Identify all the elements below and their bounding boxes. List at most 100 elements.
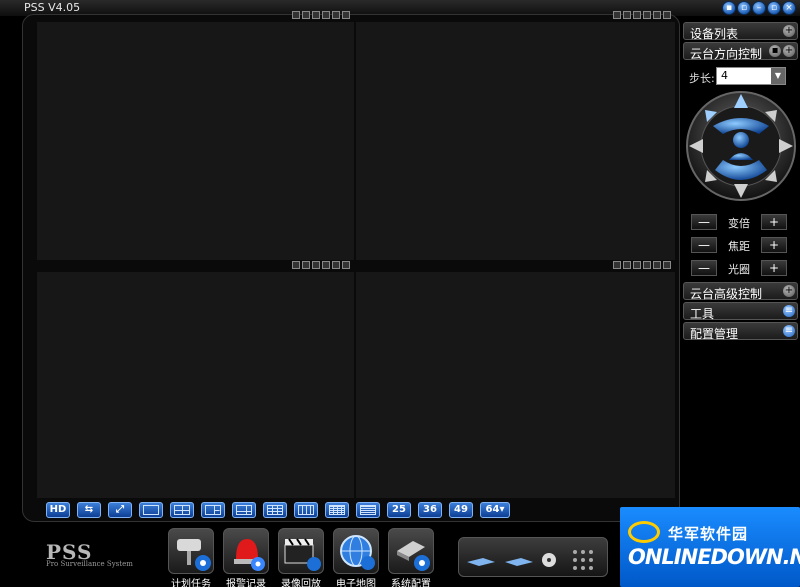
- layout-4-button[interactable]: [170, 502, 194, 518]
- iris-minus-button[interactable]: —: [691, 260, 717, 276]
- layout-8-button[interactable]: [232, 502, 256, 518]
- video-pane-1[interactable]: [37, 11, 354, 260]
- config-header[interactable]: 配置管理 ≡: [683, 322, 798, 341]
- globe-map-icon: [340, 535, 375, 570]
- layout-13-button[interactable]: [294, 502, 318, 518]
- page-icon[interactable]: ▫: [737, 1, 751, 15]
- window-controls: ▪ ▫ – ▫ ×: [722, 1, 796, 15]
- e-map-button[interactable]: [333, 528, 379, 574]
- layout-36-button[interactable]: 36: [418, 502, 442, 518]
- layout-25-button[interactable]: 25: [387, 502, 411, 518]
- focus-row: — 焦距 +: [691, 237, 787, 253]
- tools-header[interactable]: 工具 ≡: [683, 302, 798, 321]
- video-pane-2[interactable]: [356, 11, 675, 260]
- record-icon[interactable]: [292, 261, 300, 269]
- chevron-down-icon[interactable]: ▼: [771, 68, 785, 84]
- snapshot-icon[interactable]: [623, 11, 631, 19]
- zoom-row: — 变倍 +: [691, 214, 787, 230]
- audio-icon[interactable]: [332, 11, 340, 19]
- layout-4-icon: [174, 505, 190, 515]
- playback-tray: [458, 537, 608, 577]
- zoom-label: 变倍: [728, 217, 750, 230]
- layout-9-icon: [267, 505, 283, 515]
- layout-6-button[interactable]: [201, 502, 225, 518]
- playback-button[interactable]: [278, 528, 324, 574]
- audio-icon[interactable]: [653, 261, 661, 269]
- minimize-icon[interactable]: –: [752, 1, 766, 15]
- record-icon[interactable]: [613, 11, 621, 19]
- layout-1-button[interactable]: [139, 502, 163, 518]
- close-icon[interactable]: ×: [782, 1, 796, 15]
- focus-plus-button[interactable]: +: [761, 237, 787, 253]
- expand-icon[interactable]: +: [783, 285, 795, 297]
- alarm-record-button[interactable]: [223, 528, 269, 574]
- keypad-icon: [573, 550, 593, 570]
- pane-toolbar: [292, 11, 350, 19]
- sequence-button[interactable]: ⇆: [77, 502, 101, 518]
- ptz-advanced-header[interactable]: 云台高级控制 +: [683, 282, 798, 301]
- focus-minus-button[interactable]: —: [691, 237, 717, 253]
- audio-icon[interactable]: [332, 261, 340, 269]
- color-icon[interactable]: [312, 261, 320, 269]
- config-label: 配置管理: [690, 327, 739, 341]
- color-icon[interactable]: [312, 11, 320, 19]
- tools-label: 工具: [690, 307, 715, 321]
- clapperboard-icon: [284, 538, 321, 571]
- layout-64-button[interactable]: 64▾: [480, 502, 510, 518]
- close-pane-icon[interactable]: [342, 11, 350, 19]
- device-list-header[interactable]: 设备列表 +: [683, 22, 798, 41]
- color-icon[interactable]: [633, 261, 641, 269]
- layout-20-button[interactable]: [356, 502, 380, 518]
- snapshot-icon[interactable]: [623, 261, 631, 269]
- tools-icon[interactable]: ≡: [783, 305, 795, 317]
- zoom-icon[interactable]: [322, 11, 330, 19]
- audio-icon[interactable]: [653, 11, 661, 19]
- step-select[interactable]: 4 ▼: [716, 67, 786, 85]
- fullscreen-button[interactable]: ⤢: [108, 502, 132, 518]
- layout-13-icon: [298, 505, 314, 515]
- record-icon[interactable]: [613, 261, 621, 269]
- close-pane-icon[interactable]: [663, 11, 671, 19]
- hd-button[interactable]: HD: [46, 502, 70, 518]
- ptz-direction-wheel[interactable]: [683, 90, 799, 206]
- layout-20-icon: [360, 505, 376, 515]
- pin-icon[interactable]: ▪: [769, 45, 781, 57]
- expand-icon[interactable]: +: [783, 25, 795, 37]
- watermark-cn: 华军软件园: [668, 525, 749, 543]
- zoom-icon[interactable]: [643, 11, 651, 19]
- person-icon: [733, 132, 749, 148]
- sequence-icon: ⇆: [84, 504, 94, 515]
- video-pane-3[interactable]: [37, 261, 354, 498]
- record-icon[interactable]: [292, 11, 300, 19]
- iris-plus-button[interactable]: +: [761, 260, 787, 276]
- camera-schedule-icon: [177, 539, 211, 571]
- schedule-task-button[interactable]: [168, 528, 214, 574]
- zoom-out-button[interactable]: —: [691, 214, 717, 230]
- close-pane-icon[interactable]: [342, 261, 350, 269]
- system-config-label: 系统配置: [391, 579, 431, 587]
- close-pane-icon[interactable]: [663, 261, 671, 269]
- color-icon[interactable]: [633, 11, 641, 19]
- lock-icon[interactable]: ▪: [722, 1, 736, 15]
- snapshot-icon[interactable]: [302, 11, 310, 19]
- expand-icon[interactable]: +: [783, 45, 795, 57]
- pane-toolbar: [613, 11, 671, 19]
- layout-16-icon: [329, 505, 345, 515]
- snapshot-icon[interactable]: [302, 261, 310, 269]
- zoom-icon[interactable]: [322, 261, 330, 269]
- system-config-button[interactable]: [388, 528, 434, 574]
- video-pane-4[interactable]: [356, 261, 675, 498]
- restore-icon[interactable]: ▫: [767, 1, 781, 15]
- layout-16-button[interactable]: [325, 502, 349, 518]
- pane-toolbar: [613, 261, 671, 269]
- alarm-record-label: 报警记录: [226, 579, 266, 587]
- iris-row: — 光圈 +: [691, 260, 787, 276]
- video-grid: [37, 11, 675, 498]
- layout-9-button[interactable]: [263, 502, 287, 518]
- config-icon[interactable]: ≡: [783, 325, 795, 337]
- ptz-advanced-label: 云台高级控制: [690, 287, 763, 301]
- zoom-icon[interactable]: [643, 261, 651, 269]
- ptz-control-header[interactable]: 云台方向控制 ▪ +: [683, 42, 798, 61]
- layout-49-button[interactable]: 49: [449, 502, 473, 518]
- zoom-in-button[interactable]: +: [761, 214, 787, 230]
